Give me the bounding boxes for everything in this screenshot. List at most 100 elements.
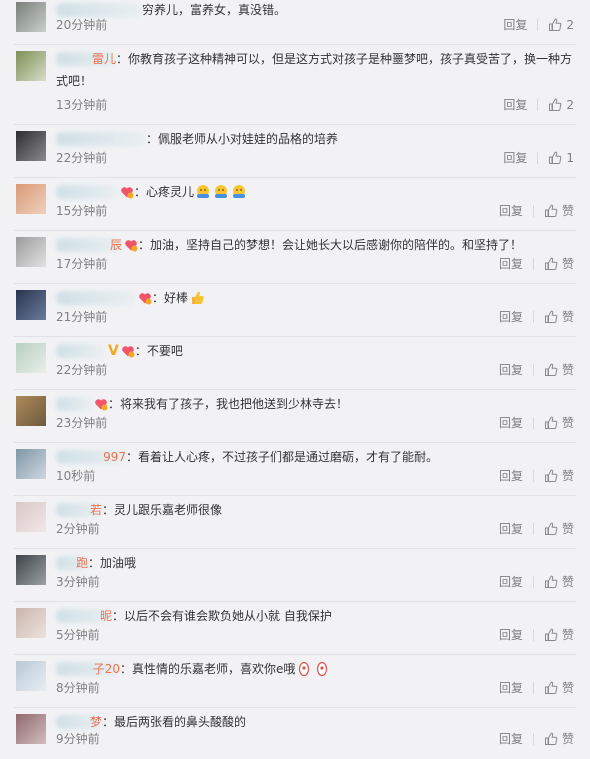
like-button[interactable]: 2: [548, 15, 574, 35]
reply-button[interactable]: 回复: [499, 729, 523, 749]
comment-actions: 回复 赞: [499, 625, 574, 645]
avatar[interactable]: [16, 2, 46, 32]
vip-heart-badge-icon: [121, 186, 134, 198]
reply-button[interactable]: 回复: [499, 307, 523, 327]
comment-text: 昵：以后不会有谁会欺负她从小就 自我保护: [56, 605, 574, 627]
username-visible-part: 雷儿: [91, 52, 116, 66]
avatar[interactable]: [16, 661, 46, 691]
reply-button[interactable]: 回复: [499, 519, 523, 539]
reply-button[interactable]: 回复: [499, 360, 523, 380]
like-button[interactable]: 2: [548, 95, 574, 115]
like-button[interactable]: 赞: [544, 201, 574, 221]
like-button[interactable]: 赞: [544, 678, 574, 698]
reply-button[interactable]: 回复: [499, 678, 523, 698]
like-button[interactable]: 赞: [544, 466, 574, 486]
divider: [532, 629, 534, 641]
timestamp: 21分钟前: [56, 310, 108, 324]
reply-button[interactable]: 回复: [499, 413, 523, 433]
timestamp: 22分钟前: [56, 151, 108, 165]
reply-button[interactable]: 回复: [503, 95, 527, 115]
timestamp: 15分钟前: [56, 204, 108, 218]
timestamp: 17分钟前: [56, 257, 108, 271]
comment-meta: 9分钟前 回复 赞: [56, 729, 574, 749]
comment-text: 若：灵儿跟乐嘉老师很像: [56, 499, 574, 521]
thumbs-up-icon: [544, 310, 558, 323]
username-visible-part: 跑: [75, 556, 88, 570]
lucky-emoji-icon: [299, 661, 310, 676]
thumbs-up-icon: [544, 204, 558, 217]
avatar[interactable]: [16, 290, 46, 320]
avatar[interactable]: [16, 51, 46, 81]
comment-meta: 2分钟前 回复 赞: [56, 519, 574, 539]
comment-body: ：佩服老师从小对娃娃的品格的培养: [146, 132, 339, 146]
comment-text: 雷儿 ：你教育孩子这种精神可以，但是这方式对孩子是种噩梦吧，孩子真受苦了，换一种方…: [56, 48, 574, 92]
divider: [532, 682, 534, 694]
like-count: 赞: [561, 628, 574, 642]
username[interactable]: 辰: [56, 234, 122, 256]
vip-heart-badge-icon: [95, 398, 108, 410]
like-button[interactable]: 赞: [544, 729, 574, 749]
like-button[interactable]: 赞: [544, 254, 574, 274]
reply-button[interactable]: 回复: [503, 148, 527, 168]
reply-button[interactable]: 回复: [499, 625, 523, 645]
reply-button[interactable]: 回复: [499, 201, 523, 221]
comment-actions: 回复 赞: [499, 466, 574, 486]
comment-list: 穷养儿，富养女，真没错。 20分钟前 回复 2 雷儿 ：你教育孩子这种精神可以，但是这方式…: [0, 0, 590, 759]
like-count: 赞: [561, 575, 574, 589]
comment-actions: 回复 赞: [499, 201, 574, 221]
avatar[interactable]: [16, 131, 46, 161]
username-blur: [56, 132, 146, 146]
username-visible-part: 子20: [92, 662, 120, 676]
timestamp: 2分钟前: [56, 522, 100, 536]
username[interactable]: [56, 128, 146, 150]
avatar[interactable]: [16, 237, 46, 267]
username[interactable]: [56, 181, 118, 203]
vip-heart-badge-icon: [139, 292, 152, 304]
comment-body: ：真性情的乐嘉老师，喜欢你e哦: [120, 662, 296, 676]
like-button[interactable]: 赞: [544, 307, 574, 327]
comment-body: ：不要吧: [134, 344, 183, 358]
avatar[interactable]: [16, 396, 46, 426]
thumbs-up-icon: [544, 363, 558, 376]
username[interactable]: [56, 287, 136, 309]
avatar[interactable]: [16, 555, 46, 585]
like-button[interactable]: 1: [548, 148, 574, 168]
avatar[interactable]: [16, 502, 46, 532]
avatar[interactable]: [16, 343, 46, 373]
reply-button[interactable]: 回复: [499, 572, 523, 592]
username[interactable]: 子20: [56, 658, 120, 680]
like-button[interactable]: 赞: [544, 413, 574, 433]
username[interactable]: 昵: [56, 605, 112, 627]
hug-emoji-icon: [197, 184, 210, 198]
avatar[interactable]: [16, 449, 46, 479]
avatar[interactable]: [16, 714, 46, 744]
reply-button[interactable]: 回复: [499, 466, 523, 486]
username-blur: [56, 185, 118, 199]
comment-body: ：好棒: [152, 291, 189, 305]
like-button[interactable]: 赞: [544, 519, 574, 539]
divider: [532, 364, 534, 376]
username[interactable]: 若: [56, 499, 102, 521]
comment-meta: 20分钟前 回复 2: [56, 15, 574, 35]
like-count: 赞: [561, 681, 574, 695]
reply-button[interactable]: 回复: [499, 254, 523, 274]
comment-item: 昵：以后不会有谁会欺负她从小就 自我保护 5分钟前 回复 赞: [0, 602, 590, 655]
username[interactable]: 997: [56, 446, 126, 468]
vip-heart-badge-icon: [125, 239, 138, 251]
comment-meta: 17分钟前 回复 赞: [56, 254, 574, 274]
thumbs-up-icon: [544, 681, 558, 694]
like-button[interactable]: 赞: [544, 572, 574, 592]
comment-actions: 回复 赞: [499, 678, 574, 698]
comment-actions: 回复 2: [503, 15, 574, 35]
username[interactable]: 跑: [56, 552, 88, 574]
avatar[interactable]: [16, 608, 46, 638]
username[interactable]: [56, 393, 92, 415]
username[interactable]: 雷儿: [56, 48, 116, 70]
reply-button[interactable]: 回复: [503, 15, 527, 35]
timestamp: 5分钟前: [56, 628, 100, 642]
avatar[interactable]: [16, 184, 46, 214]
comment-meta: 15分钟前 回复 赞: [56, 201, 574, 221]
like-button[interactable]: 赞: [544, 625, 574, 645]
username[interactable]: [56, 340, 104, 362]
like-button[interactable]: 赞: [544, 360, 574, 380]
